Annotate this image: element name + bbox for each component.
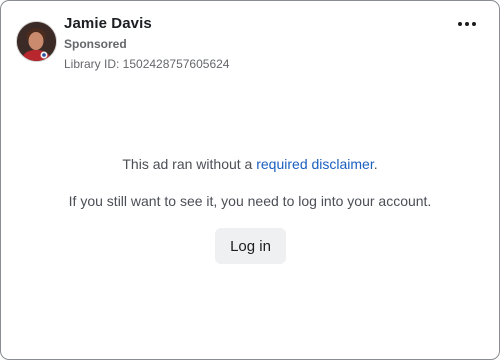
more-horizontal-icon [465, 22, 469, 26]
more-horizontal-icon [472, 22, 476, 26]
avatar[interactable] [16, 21, 57, 62]
advertiser-name[interactable]: Jamie Davis [64, 15, 152, 32]
sponsored-label: Sponsored [64, 37, 127, 51]
ad-card: Jamie Davis Sponsored Library ID: 150242… [0, 0, 500, 360]
library-id: Library ID: 1502428757605624 [64, 57, 230, 71]
disclaimer-period: . [373, 156, 378, 172]
profile-photo-icon [17, 22, 56, 61]
required-disclaimer-link[interactable]: required disclaimer [256, 156, 374, 172]
login-message: If you still want to see it, you need to… [68, 193, 432, 209]
more-options-button[interactable] [455, 17, 479, 31]
more-horizontal-icon [458, 22, 462, 26]
disclaimer-text: This ad ran without a [122, 156, 257, 172]
login-button[interactable]: Log in [215, 228, 286, 264]
disclaimer-notice: This ad ran without a required disclaime… [1, 156, 499, 172]
